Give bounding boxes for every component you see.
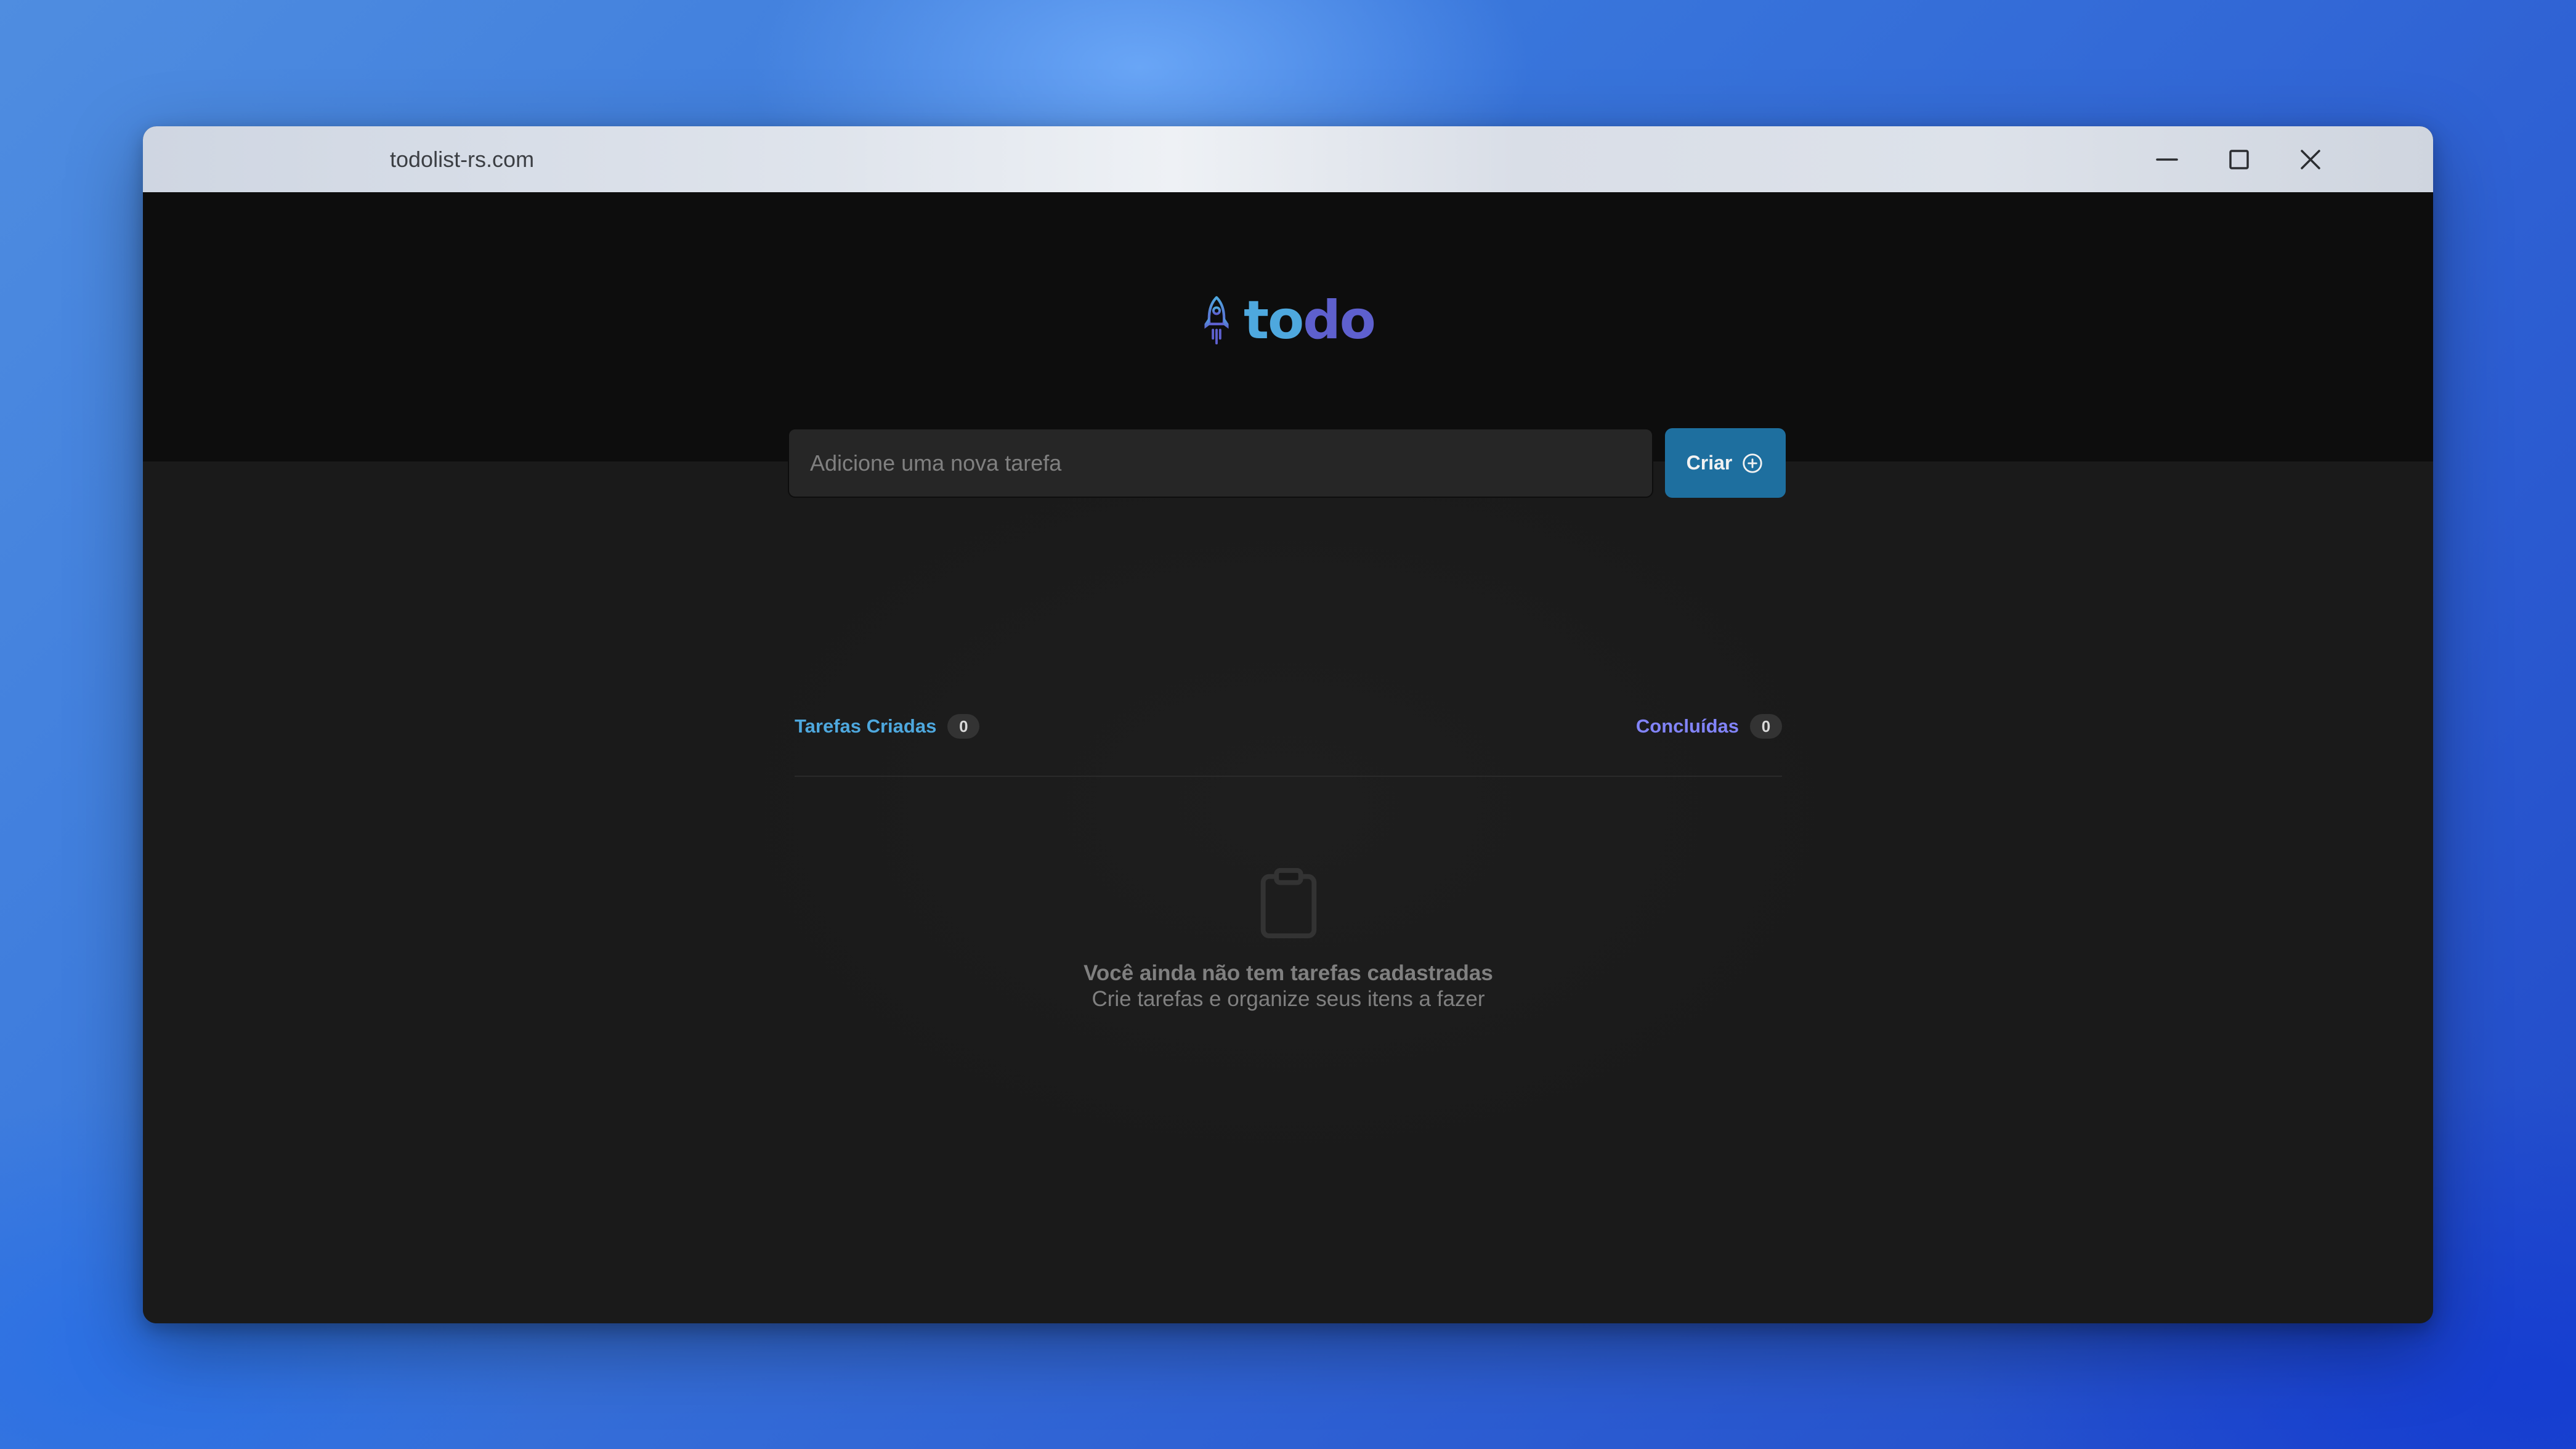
new-task-input[interactable]	[788, 428, 1653, 498]
done-counter-label: Concluídas	[1635, 715, 1739, 737]
create-task-button[interactable]: Criar	[1665, 428, 1786, 498]
title-bar: todolist-rs.com	[143, 126, 2433, 192]
done-count-badge: 0	[1750, 714, 1782, 739]
logo-text: todo	[1244, 294, 1376, 347]
created-counter: Tarefas Criadas 0	[795, 714, 980, 739]
rocket-icon	[1204, 296, 1229, 345]
minimize-icon[interactable]	[2147, 140, 2187, 179]
empty-state: Você ainda não tem tarefas cadastradas C…	[788, 867, 1789, 1012]
created-counter-label: Tarefas Criadas	[795, 715, 937, 737]
close-icon[interactable]	[2291, 140, 2330, 179]
empty-state-title: Você ainda não tem tarefas cadastradas	[1083, 961, 1493, 985]
logo-text-to: to	[1244, 290, 1304, 351]
maximize-icon[interactable]	[2219, 140, 2259, 179]
task-counters: Tarefas Criadas 0 Concluídas 0	[795, 705, 1782, 748]
new-task-form: Criar	[788, 428, 1789, 498]
done-counter: Concluídas 0	[1636, 714, 1782, 739]
empty-state-subtitle: Crie tarefas e organize seus itens a faz…	[1092, 987, 1485, 1011]
created-count-badge: 0	[947, 714, 980, 739]
create-button-label: Criar	[1686, 452, 1733, 474]
plus-circle-icon	[1743, 453, 1763, 473]
app-content: todo Criar Tarefas Criadas 0 Concluídas …	[143, 192, 2433, 1323]
browser-window: todolist-rs.com todo Adicione uma nova t…	[143, 126, 2433, 1323]
list-divider	[795, 776, 1782, 777]
logo-text-do: do	[1303, 290, 1376, 351]
app-logo: todo	[1198, 293, 1376, 348]
address-url[interactable]: todolist-rs.com	[390, 126, 534, 192]
clipboard-icon	[1260, 867, 1316, 939]
